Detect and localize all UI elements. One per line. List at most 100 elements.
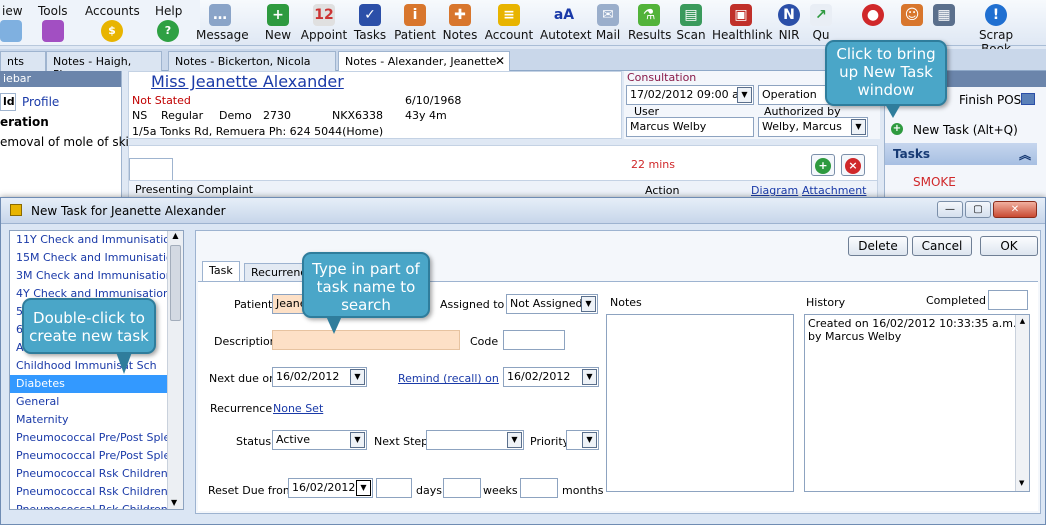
reset-due-date[interactable]: 16/02/2012 ▼ — [288, 478, 373, 498]
task-template-item[interactable]: Pneumococcal Rsk Children — [10, 501, 183, 509]
chevron-down-icon[interactable]: ▼ — [507, 432, 522, 448]
task-template-list[interactable]: 11Y Check and Immunisation 15M Check and … — [9, 230, 184, 510]
add-note-button[interactable]: + — [811, 154, 835, 176]
menu-view[interactable]: iew — [2, 4, 23, 18]
delete-button[interactable]: Delete — [848, 236, 908, 256]
new-button[interactable]: + New — [262, 4, 294, 46]
account-button[interactable]: ≡ Account — [484, 4, 534, 46]
scrap-book-button[interactable]: !Scrap Book — [964, 4, 1028, 56]
scroll-down-icon[interactable]: ▼ — [171, 498, 177, 507]
status-label: Status — [236, 435, 272, 448]
message-button[interactable]: … Message — [196, 4, 249, 46]
next-step-select[interactable]: ▼ — [426, 430, 524, 450]
chevron-down-icon[interactable]: ▼ — [582, 432, 597, 448]
task-template-item[interactable]: Pneumococcal Pre/Post Sple — [10, 447, 183, 465]
sidebar-tab-profile[interactable]: Profile — [22, 95, 59, 109]
diagram-link[interactable]: Diagram — [751, 184, 798, 197]
autotext-button[interactable]: aA Autotext — [540, 4, 592, 46]
collapse-icon[interactable]: ︽ — [1019, 146, 1031, 163]
tab-notes-haigh[interactable]: Notes - Haigh, Pierre — [46, 51, 162, 81]
books-icon[interactable] — [42, 20, 64, 42]
task-template-item[interactable]: Pneumococcal Pre/Post Sple — [10, 429, 183, 447]
chevron-down-icon[interactable]: ▼ — [350, 369, 365, 385]
tab-notes-alexander[interactable]: Notes - Alexander, Jeanette ✕ — [338, 51, 510, 71]
task-template-item[interactable]: Maternity — [10, 411, 183, 429]
task-template-item[interactable]: Diabetes — [10, 375, 183, 393]
action-column[interactable]: Action — [645, 184, 679, 197]
recurrence-link[interactable]: None Set — [273, 402, 323, 415]
close-window-button[interactable]: ✕ — [993, 201, 1037, 218]
task-smoke[interactable]: SMOKE — [913, 175, 956, 189]
help-icon[interactable]: ? — [157, 20, 179, 42]
chevron-down-icon[interactable]: ▼ — [737, 87, 752, 103]
nir-button[interactable]: N NIR — [776, 4, 802, 46]
appoint-button[interactable]: 12 Appoint — [300, 4, 348, 46]
mail-button[interactable]: ✉ Mail — [594, 4, 622, 46]
close-tab-icon[interactable]: ✕ — [495, 54, 505, 68]
days-input[interactable] — [376, 478, 412, 498]
delete-note-button[interactable]: × — [841, 154, 865, 176]
task-template-item[interactable]: Pneumococcal Rsk Children — [10, 483, 183, 501]
notes-textarea[interactable] — [606, 314, 794, 492]
cancel-button[interactable]: Cancel — [912, 236, 972, 256]
consultation-label: Consultation — [627, 71, 697, 84]
task-template-item[interactable]: 15M Check and Immunisatio — [10, 249, 183, 267]
scroll-up-icon[interactable]: ▲ — [168, 231, 183, 245]
new-task-link[interactable]: New Task (Alt+Q) — [913, 123, 1018, 137]
assigned-to-select[interactable]: Not Assigned ▼ — [506, 294, 598, 314]
description-input[interactable] — [272, 330, 460, 350]
tasks-section-header[interactable]: Tasks ︽ — [885, 143, 1037, 165]
user-field[interactable]: Marcus Welby — [626, 117, 754, 137]
next-due-date[interactable]: 16/02/2012 ▼ — [272, 367, 367, 387]
attachment-link[interactable]: Attachment — [802, 184, 867, 197]
weeks-input[interactable] — [443, 478, 481, 498]
task-template-item[interactable]: Childhood Immunisat Sch — [10, 357, 183, 375]
priority-select[interactable]: ▼ — [566, 430, 599, 450]
task-template-item[interactable]: Pneumococcal Rsk Children — [10, 465, 183, 483]
scrollbar[interactable]: ▲ ▼ — [167, 231, 183, 509]
completed-input[interactable] — [988, 290, 1028, 310]
scrollbar-thumb[interactable] — [170, 245, 181, 321]
results-button[interactable]: ⚗ Results — [628, 4, 671, 46]
tab-notes[interactable]: nts — [0, 51, 46, 71]
status-select[interactable]: Active ▼ — [272, 430, 367, 450]
notes-button[interactable]: ✚ Notes — [442, 4, 478, 46]
consultation-datetime[interactable]: 17/02/2012 09:00 a. ▼ — [626, 85, 754, 105]
tab-task[interactable]: Task — [202, 261, 240, 281]
remind-recall-link[interactable]: Remind (recall) on — [398, 372, 499, 385]
patient-name[interactable]: Miss Jeanette Alexander — [151, 72, 344, 91]
dollar-icon[interactable]: $ — [101, 20, 123, 42]
tab-notes-bickerton[interactable]: Notes - Bickerton, Nicola — [168, 51, 336, 71]
remind-date[interactable]: 16/02/2012 ▼ — [503, 367, 599, 387]
patient-button[interactable]: i Patient — [393, 4, 437, 46]
task-template-item[interactable]: 3M Check and Immunisation — [10, 267, 183, 285]
note-tab[interactable] — [129, 158, 173, 180]
task-template-item[interactable]: General — [10, 393, 183, 411]
menu-accounts[interactable]: Accounts — [85, 4, 140, 18]
chevron-down-icon[interactable]: ▼ — [581, 296, 596, 312]
months-input[interactable] — [520, 478, 558, 498]
sidebar-tab-child[interactable]: ld — [0, 93, 16, 111]
history-scrollbar[interactable]: ▲ ▼ — [1015, 315, 1029, 491]
task-template-item[interactable]: 11Y Check and Immunisation — [10, 231, 183, 249]
ok-button[interactable]: OK — [980, 236, 1038, 256]
sidebar-item[interactable]: emoval of mole of ski — [0, 135, 129, 149]
finish-pos-button[interactable]: Finish POS — [959, 93, 1021, 107]
search-icon[interactable] — [0, 20, 22, 42]
scan-button[interactable]: ▤ Scan — [676, 4, 706, 46]
chevron-down-icon[interactable]: ▼ — [582, 369, 597, 385]
tasks-button[interactable]: ✓ Tasks — [353, 4, 387, 46]
scroll-up-icon[interactable]: ▲ — [1016, 315, 1029, 328]
maximize-button[interactable]: ▢ — [965, 201, 991, 218]
minimize-button[interactable]: — — [937, 201, 963, 218]
healthlink-button[interactable]: ▣ Healthlink — [712, 4, 773, 46]
scroll-down-icon[interactable]: ▼ — [1019, 477, 1024, 490]
authorized-select[interactable]: Welby, Marcus ▼ — [758, 117, 868, 137]
menu-tools[interactable]: Tools — [38, 4, 68, 18]
presenting-complaint-label: Presenting Complaint — [135, 183, 254, 196]
chevron-down-icon[interactable]: ▼ — [350, 432, 365, 448]
chevron-down-icon[interactable]: ▼ — [851, 119, 866, 135]
code-input[interactable] — [503, 330, 565, 350]
menu-help[interactable]: Help — [155, 4, 182, 18]
chevron-down-icon[interactable]: ▼ — [356, 480, 371, 496]
